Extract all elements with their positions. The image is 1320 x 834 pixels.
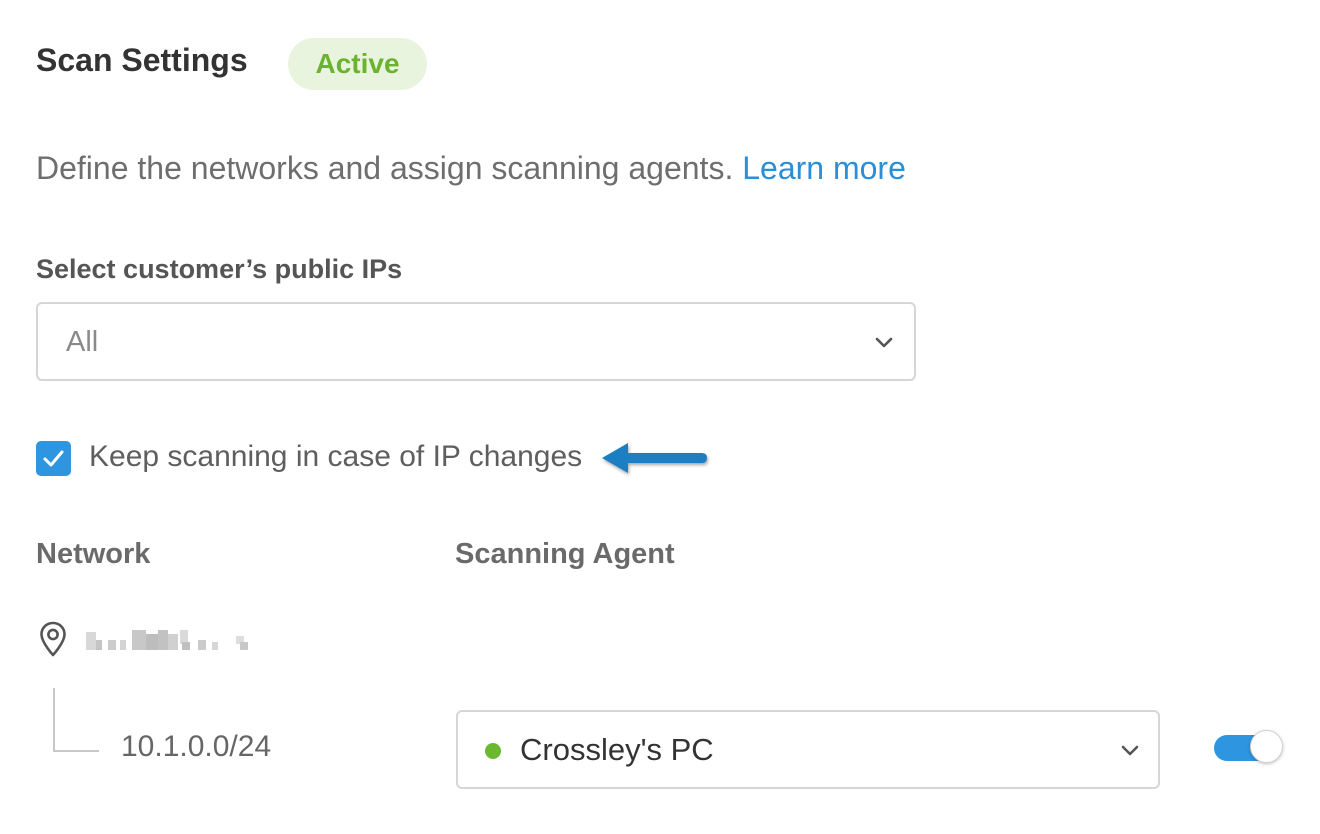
keep-scanning-label[interactable]: Keep scanning in case of IP changes: [89, 440, 582, 474]
location-pin-icon: [40, 621, 66, 657]
public-ips-label: Select customer’s public IPs: [36, 254, 403, 284]
description: Define the networks and assign scanning …: [36, 150, 906, 187]
keep-scanning-checkbox[interactable]: [36, 441, 71, 476]
chevron-down-icon: [1121, 745, 1139, 756]
subnet-address: 10.1.0.0/24: [121, 730, 272, 763]
scanning-agent-column-header: Scanning Agent: [455, 538, 675, 570]
annotation-arrow-icon: [602, 443, 707, 473]
tree-connector: [53, 688, 99, 752]
checkmark-icon: [43, 450, 64, 467]
network-enabled-toggle[interactable]: [1214, 730, 1283, 763]
network-column-header: Network: [36, 538, 151, 570]
description-text: Define the networks and assign scanning …: [36, 150, 743, 186]
status-badge: Active: [288, 38, 427, 90]
online-status-icon: [485, 743, 501, 759]
public-ips-select[interactable]: All: [36, 302, 916, 381]
scanning-agent-selected-value: Crossley's PC: [520, 732, 714, 767]
toggle-knob: [1250, 730, 1283, 763]
scanning-agent-select[interactable]: Crossley's PC: [456, 710, 1160, 789]
public-ips-selected-value: All: [66, 326, 99, 358]
chevron-down-icon: [875, 337, 893, 348]
learn-more-link[interactable]: Learn more: [742, 150, 906, 186]
page-title: Scan Settings: [36, 42, 248, 78]
redacted-network-name: [84, 626, 260, 656]
